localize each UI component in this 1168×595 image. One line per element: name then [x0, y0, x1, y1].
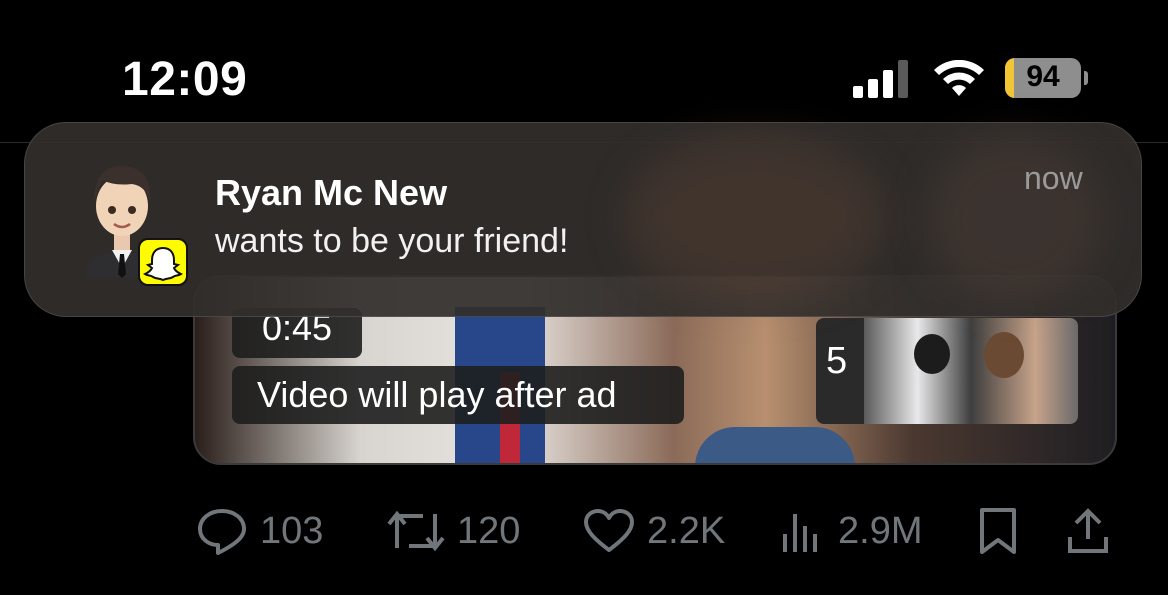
battery-nub: [1084, 71, 1088, 85]
views-button[interactable]: 2.9M: [780, 508, 922, 554]
ad-message: Video will play after ad: [232, 366, 684, 424]
wifi-icon: [934, 60, 984, 96]
notification-message: wants to be your friend!: [215, 222, 569, 260]
repost-button[interactable]: 120: [387, 508, 520, 554]
next-up-countdown: 5: [826, 340, 848, 382]
cellular-signal-icon: [853, 58, 913, 98]
share-icon: [1068, 508, 1108, 553]
views-chart-icon: [783, 514, 817, 552]
repost-count: 120: [457, 509, 521, 552]
battery-level: 94: [1026, 60, 1060, 93]
notification-backdrop: [925, 133, 1105, 303]
video-frame-jeans: [695, 427, 855, 463]
notification-timestamp: now: [1024, 160, 1083, 196]
view-count: 2.9M: [838, 509, 923, 552]
status-time: 12:09: [122, 53, 248, 106]
notification-title: Ryan Mc New: [215, 172, 448, 213]
bookmark-button[interactable]: [978, 508, 1030, 554]
battery-icon: 94: [1005, 58, 1081, 98]
reply-icon: [198, 509, 246, 555]
thumbnail-person: [914, 334, 950, 374]
bookmark-icon: [980, 508, 1016, 554]
like-count: 2.2K: [647, 509, 726, 552]
notification-banner[interactable]: [24, 122, 1142, 317]
reply-count: 103: [260, 509, 324, 552]
repost-icon: [387, 510, 445, 552]
snapchat-ghost-icon: [138, 238, 188, 286]
share-button[interactable]: [1064, 508, 1124, 554]
like-button[interactable]: 2.2K: [583, 508, 725, 554]
next-video-thumbnail[interactable]: 5: [816, 318, 1078, 424]
reply-button[interactable]: 103: [196, 508, 324, 555]
notification-backdrop: [625, 133, 885, 303]
thumbnail-image: [864, 318, 1078, 424]
thumbnail-person: [984, 332, 1024, 378]
heart-icon: [584, 509, 634, 552]
